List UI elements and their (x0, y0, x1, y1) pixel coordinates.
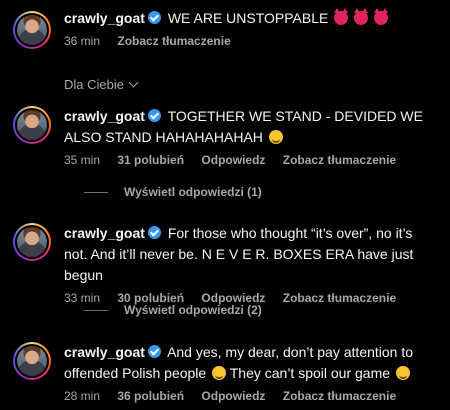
verified-badge-icon (147, 11, 161, 24)
tongue-emoji-icon (395, 366, 410, 380)
translate-button[interactable]: Zobacz tłumaczenie (283, 291, 396, 305)
smirk-emoji-icon (268, 130, 283, 144)
translate-button[interactable]: Zobacz tłumaczenie (283, 153, 396, 167)
comment-time: 35 min (64, 153, 101, 167)
translate-button[interactable]: Zobacz tłumaczenie (117, 34, 230, 48)
verified-badge-icon (147, 109, 161, 122)
comment-meta: 28 min 36 polubień Odpowiedz Zobacz tłum… (64, 389, 436, 403)
view-replies-label: Wyświetl odpowiedzi (2) (124, 303, 262, 317)
comment-text: crawly_goat TOGETHER WE STAND - DEVIDED … (64, 106, 436, 148)
devil-emoji-icon (354, 8, 369, 25)
comment-body: WE ARE UNSTOPPABLE (167, 10, 329, 26)
verified-badge-icon (147, 226, 161, 239)
view-replies-button[interactable]: Wyświetl odpowiedzi (2) (84, 303, 262, 317)
comment-body: They can’t spoil our game (229, 365, 391, 381)
comment-text: crawly_goat WE ARE UNSTOPPABLE (64, 8, 436, 29)
comments-feed: crawly_goat WE ARE UNSTOPPABLE 36 min Zo… (0, 0, 450, 410)
view-replies-label: Wyświetl odpowiedzi (1) (124, 185, 262, 199)
for-you-label: Dla Ciebie (64, 77, 124, 92)
likes-count[interactable]: 36 polubień (117, 389, 184, 403)
verified-badge-icon (147, 345, 161, 358)
avatar[interactable] (13, 106, 51, 144)
translate-button[interactable]: Zobacz tłumaczenie (283, 389, 396, 403)
username-link[interactable]: crawly_goat (64, 108, 145, 124)
devil-emoji-icon (334, 8, 349, 25)
username-link[interactable]: crawly_goat (64, 10, 145, 26)
username-link[interactable]: crawly_goat (64, 344, 145, 360)
view-replies-button[interactable]: Wyświetl odpowiedzi (1) (84, 185, 262, 199)
comment-text: crawly_goat And yes, my dear, don’t pay … (64, 342, 436, 384)
avatar[interactable] (13, 342, 51, 380)
reply-button[interactable]: Odpowiedz (201, 153, 265, 167)
comment-meta: 35 min 31 polubień Odpowiedz Zobacz tłum… (64, 153, 436, 167)
likes-count[interactable]: 31 polubień (117, 153, 184, 167)
replies-divider (84, 309, 108, 311)
reply-button[interactable]: Odpowiedz (201, 389, 265, 403)
smile-emoji-icon (212, 366, 227, 380)
replies-divider (84, 191, 108, 193)
comment-text: crawly_goat For those who thought “it’s … (64, 223, 436, 286)
comment-time: 36 min (64, 34, 101, 48)
devil-emoji-icon (374, 8, 389, 25)
comment-meta: 36 min Zobacz tłumaczenie (64, 34, 436, 48)
avatar[interactable] (13, 11, 51, 49)
chevron-down-icon (128, 77, 139, 88)
avatar[interactable] (13, 223, 51, 261)
comment-time: 28 min (64, 389, 101, 403)
for-you-dropdown[interactable]: Dla Ciebie (64, 77, 139, 92)
username-link[interactable]: crawly_goat (64, 225, 145, 241)
